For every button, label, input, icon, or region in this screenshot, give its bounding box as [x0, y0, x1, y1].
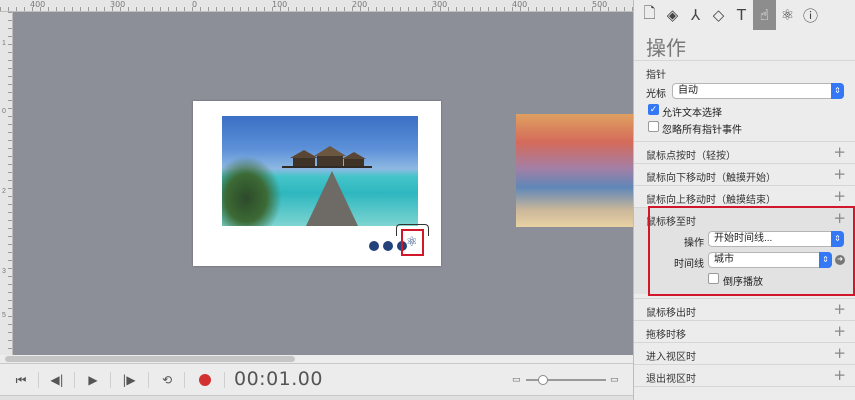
timeline-strip[interactable] — [0, 395, 633, 400]
cursor-select[interactable]: 自动 ⇕ — [672, 83, 844, 99]
inspector-panel: 🗋 ◈ ⅄ ◇ T ☝ ⚛ ⓘ 操作 指针 光标 自动 ⇕ ✓ 允许文本选择 忽… — [633, 0, 855, 400]
record-icon — [199, 374, 211, 386]
timeline-zoom-slider[interactable]: ▭ ▭ — [512, 374, 622, 386]
skip-back-icon: ⏮ — [15, 372, 27, 387]
ruler-label: 200 — [352, 0, 368, 9]
plus-icon[interactable]: + — [833, 366, 846, 384]
event-label: 拖移时移 — [646, 330, 686, 341]
divider — [224, 372, 225, 388]
page-dot[interactable] — [383, 241, 393, 251]
plus-icon[interactable]: + — [833, 322, 846, 340]
ruler-label: 400 — [512, 0, 528, 9]
event-row-enter-viewport[interactable]: 进入视区时 + — [634, 343, 855, 364]
inspector-tabs: 🗋 ◈ ⅄ ◇ T ☝ ⚛ ⓘ — [634, 0, 855, 30]
physics-tab[interactable]: ⚛ — [776, 0, 799, 30]
timecode-display: 00:01.00 — [234, 368, 323, 390]
horizontal-scrollbar[interactable] — [5, 356, 295, 362]
divider — [110, 372, 111, 388]
updown-chevron-icon: ⇕ — [831, 83, 844, 99]
ruler-label: 100 — [272, 0, 288, 9]
page-dot[interactable] — [369, 241, 379, 251]
plus-icon[interactable]: + — [833, 143, 846, 161]
ruler-label: 300 — [432, 0, 448, 9]
loop-button[interactable]: ⟲ — [154, 370, 180, 390]
palm-leaves — [222, 156, 282, 226]
allow-text-select-label: 允许文本选择 — [662, 108, 722, 119]
event-row-touch-start[interactable]: 鼠标向下移动时（触摸开始） + — [634, 164, 855, 185]
ruler-label: 3 — [2, 268, 6, 275]
cursor-label: 光标 — [646, 89, 666, 100]
selected-element-highlight[interactable]: ⚛ — [401, 229, 424, 256]
zoom-out-icon[interactable]: ▭ — [512, 374, 521, 385]
event-row-exit-viewport[interactable]: 退出视区时 + — [634, 365, 855, 386]
editor-area: 400 300 0 100 200 300 400 500 1 0 2 3 5 — [0, 0, 633, 400]
event-label: 鼠标点按时（轻按） — [646, 151, 736, 162]
pointer-section-title: 指针 — [646, 70, 666, 81]
divider — [184, 372, 185, 388]
divider — [148, 372, 149, 388]
previous-frame-button[interactable]: ◀︎| — [44, 370, 70, 390]
event-label: 鼠标向下移动时（触摸开始） — [646, 173, 776, 184]
document-tab[interactable]: 🗋 — [638, 0, 661, 30]
divider — [634, 60, 855, 61]
event-label: 退出视区时 — [646, 374, 696, 385]
divider — [74, 372, 75, 388]
event-label: 鼠标移出时 — [646, 308, 696, 319]
event-row-mouse-out[interactable]: 鼠标移出时 + — [634, 299, 855, 320]
next-frame-button[interactable]: |▶︎ — [116, 370, 142, 390]
plus-icon[interactable]: + — [833, 300, 846, 318]
event-row-drag[interactable]: 拖移时移 + — [634, 321, 855, 342]
sunset-photo[interactable] — [516, 114, 633, 227]
horizontal-ruler: 400 300 0 100 200 300 400 500 — [0, 0, 633, 12]
loop-icon: ⟲ — [161, 373, 173, 387]
text-tab[interactable]: T — [730, 0, 753, 30]
play-button[interactable]: ▶ — [80, 370, 106, 390]
plus-icon[interactable]: + — [833, 165, 846, 183]
zoom-knob[interactable] — [538, 375, 548, 385]
event-label: 鼠标向上移动时（触摸结束） — [646, 195, 776, 206]
ruler-label: 0 — [192, 0, 198, 9]
ruler-label: 400 — [30, 0, 46, 9]
divider — [634, 386, 855, 387]
event-label: 进入视区时 — [646, 352, 696, 363]
ruler-label: 0 — [2, 108, 6, 115]
info-tab[interactable]: ⓘ — [799, 0, 822, 30]
path-tab[interactable]: ⅄ — [684, 0, 707, 30]
zoom-in-icon[interactable]: ▭ — [610, 374, 619, 385]
overwater-bungalows — [282, 146, 372, 168]
plus-icon[interactable]: + — [833, 344, 846, 362]
hover-highlight-frame — [648, 206, 855, 296]
vertical-ruler: 1 0 2 3 5 — [0, 12, 13, 355]
cursor-select-value: 自动 — [678, 85, 698, 96]
ruler-label: 5 — [2, 312, 6, 319]
record-button[interactable] — [192, 370, 218, 390]
event-row-click[interactable]: 鼠标点按时（轻按） + — [634, 142, 855, 163]
plus-icon[interactable]: + — [833, 187, 846, 205]
beach-photo[interactable] — [222, 116, 418, 226]
ruler-label: 2 — [2, 188, 6, 195]
shapes-tab[interactable]: ◇ — [707, 0, 730, 30]
ruler-label: 300 — [110, 0, 126, 9]
ignore-pointer-events-checkbox[interactable] — [648, 121, 659, 132]
ruler-label: 500 — [592, 0, 608, 9]
event-row-touch-end[interactable]: 鼠标向上移动时（触摸结束） + — [634, 186, 855, 207]
allow-text-select-checkbox[interactable]: ✓ — [648, 104, 659, 115]
actions-tab[interactable]: ☝ — [753, 0, 776, 30]
transport-bar: ⏮ ◀︎| ▶ |▶︎ ⟲ 00:01.00 ▭ ▭ — [0, 363, 633, 395]
step-back-icon: ◀︎| — [50, 373, 64, 387]
ruler-label: 1 — [2, 40, 6, 47]
jump-to-start-button[interactable]: ⏮ — [8, 370, 34, 390]
panel-title: 操作 — [646, 38, 686, 60]
divider — [38, 372, 39, 388]
atom-icon: ⚛ — [406, 234, 418, 249]
ignore-pointer-events-label: 忽略所有指针事件 — [662, 125, 742, 136]
pier-walkway — [306, 171, 358, 226]
play-icon: ▶ — [88, 373, 98, 387]
stage-canvas[interactable]: ⚛ — [13, 12, 633, 355]
layers-tab[interactable]: ◈ — [661, 0, 684, 30]
step-forward-icon: |▶︎ — [122, 373, 136, 387]
slide[interactable]: ⚛ — [193, 101, 441, 266]
